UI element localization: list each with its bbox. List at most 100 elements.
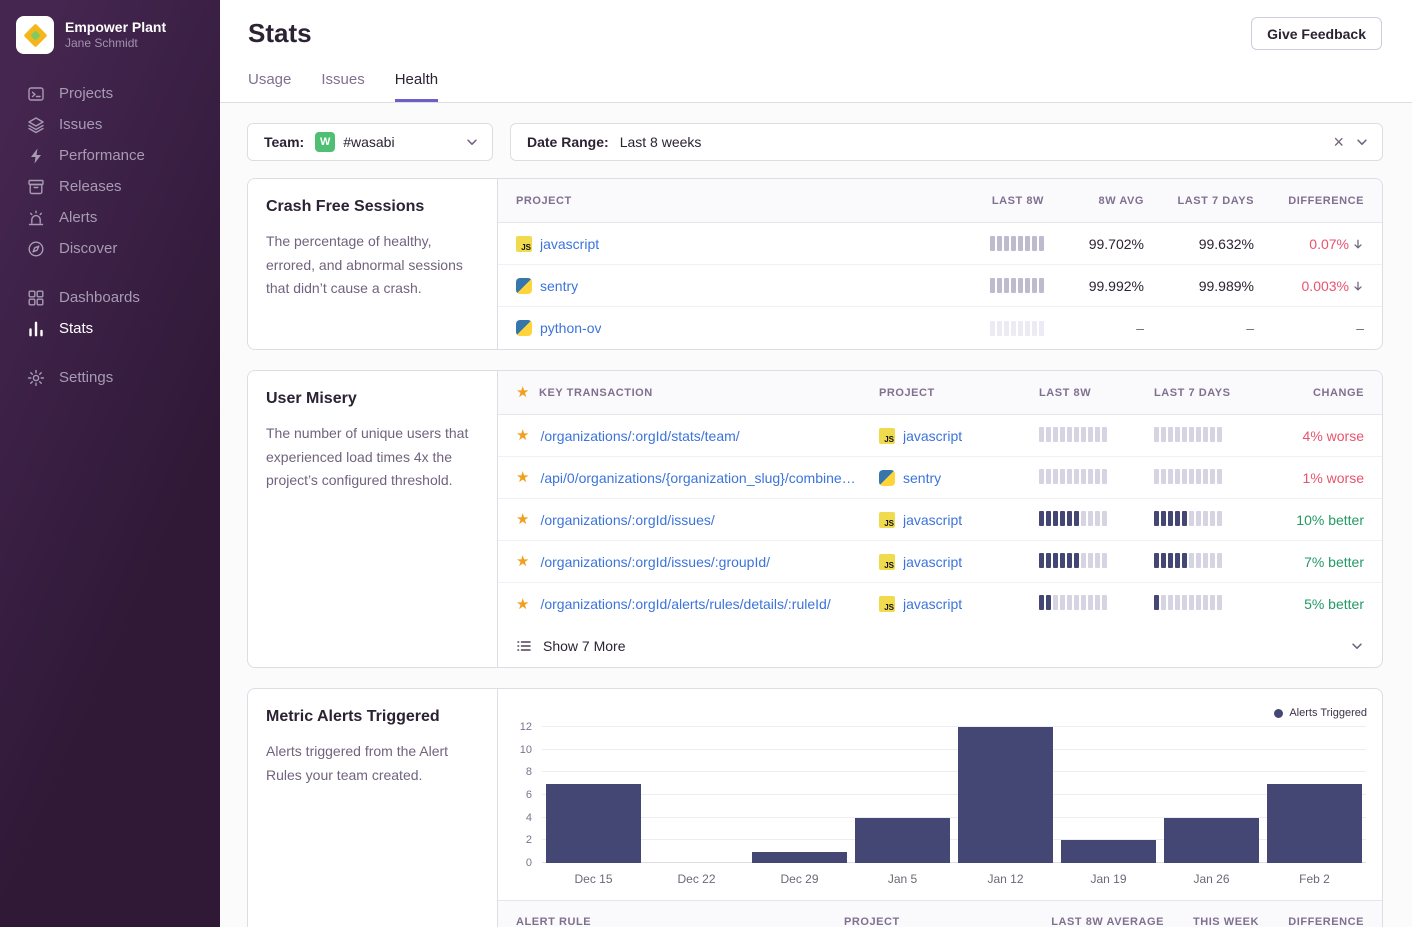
- table-body: JSjavascript99.702%99.632%0.07%sentry99.…: [498, 223, 1382, 349]
- bar-chart: 024681012: [504, 727, 1366, 863]
- sidebar-item-discover[interactable]: Discover: [0, 233, 220, 264]
- show-more-label: Show 7 More: [543, 638, 625, 654]
- column-header-alert-rule: Alert Rule: [516, 916, 844, 927]
- difference: 0.07%: [1309, 236, 1364, 252]
- project-link[interactable]: javascript: [903, 596, 962, 612]
- difference-value: –: [1254, 320, 1364, 336]
- project-link[interactable]: python-ov: [540, 320, 601, 336]
- user-misery-table: ★Key TransactionProjectLast 8WLast 7 Day…: [498, 371, 1382, 667]
- table-header: ProjectLast 8W8W AvgLast 7 DaysDifferenc…: [498, 179, 1382, 223]
- settings-icon: [27, 369, 45, 387]
- avg-8w-value: 99.702%: [1044, 236, 1144, 252]
- star-icon[interactable]: ★: [516, 470, 529, 485]
- last-7-days-value: –: [1144, 320, 1254, 336]
- chart-bar-dec-15[interactable]: [542, 727, 645, 863]
- y-axis-label: 0: [526, 857, 532, 869]
- chart-bar-dec-22: [645, 727, 748, 863]
- metric-alerts-chart-area: Alerts Triggered 024681012 Dec 15Dec 22D…: [498, 689, 1382, 927]
- star-icon[interactable]: ★: [516, 512, 529, 527]
- column-header-last-8w-average: Last 8W Average: [1034, 916, 1164, 927]
- project-link[interactable]: javascript: [540, 236, 599, 252]
- sidebar-item-issues[interactable]: Issues: [0, 109, 220, 140]
- team-select[interactable]: Team: W #wasabi: [247, 123, 493, 161]
- sparkline: [990, 321, 1044, 336]
- project-cell: JSjavascript: [879, 554, 1039, 570]
- transaction-link[interactable]: /organizations/:orgId/issues/: [540, 512, 714, 528]
- chart-legend[interactable]: Alerts Triggered: [1274, 707, 1367, 719]
- project-cell: JSjavascript: [879, 428, 1039, 444]
- table-row: sentry99.992%99.989%0.003%: [498, 265, 1382, 307]
- sparkline: [990, 236, 1044, 251]
- project-link[interactable]: javascript: [903, 428, 962, 444]
- metric-alerts-panel: Metric Alerts Triggered Alerts triggered…: [247, 688, 1383, 927]
- change-value: 1% worse: [1269, 470, 1364, 486]
- chart-bar-jan-26[interactable]: [1160, 727, 1263, 863]
- chart-bar-jan-5[interactable]: [851, 727, 954, 863]
- show-more-button[interactable]: Show 7 More: [498, 625, 1382, 667]
- dashboards-icon: [27, 289, 45, 307]
- transaction-link[interactable]: /organizations/:orgId/issues/:groupId/: [540, 554, 770, 570]
- project-link[interactable]: sentry: [903, 470, 941, 486]
- transaction-link[interactable]: /organizations/:orgId/alerts/rules/detai…: [540, 596, 830, 612]
- project-link[interactable]: javascript: [903, 512, 962, 528]
- panel-description: The number of unique users that experien…: [266, 422, 479, 493]
- sparkline: [1154, 427, 1222, 442]
- sidebar-item-label: Settings: [59, 368, 113, 387]
- sidebar-item-performance[interactable]: Performance: [0, 140, 220, 171]
- user-name: Jane Schmidt: [65, 36, 166, 52]
- bars: [542, 727, 1366, 863]
- plot-area: [542, 727, 1366, 863]
- chart-bar-jan-19[interactable]: [1057, 727, 1160, 863]
- transaction-link[interactable]: /organizations/:orgId/stats/team/: [540, 428, 739, 444]
- last-8w-sparkline: [1039, 427, 1154, 445]
- org-logo: [16, 16, 54, 54]
- project-link[interactable]: javascript: [903, 554, 962, 570]
- filter-bar: Team: W #wasabi Date Range: Last 8 weeks…: [247, 123, 1383, 161]
- last-7-days-sparkline: [1154, 595, 1269, 613]
- chart-bar-feb-2[interactable]: [1263, 727, 1366, 863]
- star-icon[interactable]: ★: [516, 597, 529, 612]
- change-value: 10% better: [1269, 512, 1364, 528]
- chart-bar-dec-29[interactable]: [748, 727, 851, 863]
- transaction-link[interactable]: /api/0/organizations/{organization_slug}…: [540, 470, 855, 486]
- sidebar-item-stats[interactable]: Stats: [0, 313, 220, 344]
- alerts-icon: [27, 209, 45, 227]
- sidebar-item-projects[interactable]: Projects: [0, 78, 220, 109]
- change-value: 5% better: [1269, 596, 1364, 612]
- star-icon[interactable]: ★: [516, 554, 529, 569]
- give-feedback-button[interactable]: Give Feedback: [1251, 17, 1382, 50]
- project-link[interactable]: sentry: [540, 278, 578, 294]
- date-range-label: Date Range:: [527, 134, 609, 150]
- date-range-value: Last 8 weeks: [620, 134, 702, 150]
- sparkline: [1039, 595, 1107, 610]
- star-icon[interactable]: ★: [516, 428, 529, 443]
- y-axis: 024681012: [504, 727, 542, 863]
- change-value: 4% worse: [1269, 428, 1364, 444]
- tab-health[interactable]: Health: [395, 71, 438, 102]
- last-7-days-sparkline: [1154, 469, 1269, 487]
- date-range-select[interactable]: Date Range: Last 8 weeks ×: [510, 123, 1383, 161]
- column-header-8w-avg: 8W Avg: [1044, 195, 1144, 207]
- python-platform-icon: [516, 278, 532, 294]
- sidebar-item-settings[interactable]: Settings: [0, 362, 220, 393]
- tab-issues[interactable]: Issues: [321, 71, 364, 102]
- arrow-down-icon: [1352, 280, 1364, 292]
- clear-date-range-icon[interactable]: ×: [1333, 133, 1344, 151]
- user-misery-info: User Misery The number of unique users t…: [248, 371, 498, 667]
- sidebar-primary-nav: Projects IssuesPerformanceReleasesAlertsD…: [0, 78, 220, 264]
- sidebar-item-alerts[interactable]: Alerts: [0, 202, 220, 233]
- sidebar-item-dashboards[interactable]: Dashboards: [0, 282, 220, 313]
- sparkline: [1154, 553, 1222, 568]
- x-axis-label: Feb 2: [1263, 872, 1366, 886]
- panel-title: User Misery: [266, 390, 479, 408]
- panel-title: Crash Free Sessions: [266, 198, 479, 216]
- sidebar-item-releases[interactable]: Releases: [0, 171, 220, 202]
- alert-rule-table-header: Alert RuleProjectLast 8W AverageThis Wee…: [498, 900, 1382, 927]
- sidebar-item-label: Projects: [59, 84, 113, 103]
- org-switcher[interactable]: Empower Plant Jane Schmidt: [0, 16, 220, 54]
- table-row: python-ov–––: [498, 307, 1382, 349]
- tab-usage[interactable]: Usage: [248, 71, 291, 102]
- chart-bar-jan-12[interactable]: [954, 727, 1057, 863]
- last-7-days-value: 99.989%: [1144, 278, 1254, 294]
- panel-title: Metric Alerts Triggered: [266, 708, 479, 726]
